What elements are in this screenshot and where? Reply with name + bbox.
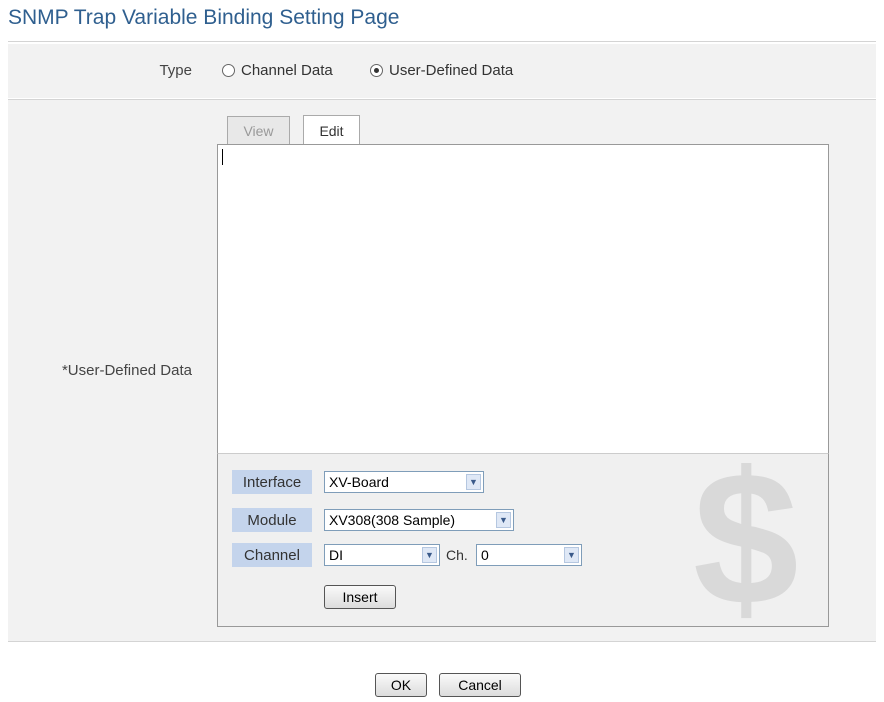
interface-select[interactable]: XV-Board ▼ — [324, 471, 484, 493]
interface-select-value: XV-Board — [329, 474, 389, 490]
module-select[interactable]: XV308(308 Sample) ▼ — [324, 509, 514, 531]
divider — [8, 41, 876, 42]
type-label: Type — [159, 62, 192, 79]
chevron-down-icon[interactable]: ▼ — [564, 547, 579, 563]
insert-toolbox: $ Interface XV-Board ▼ Module XV308(308 … — [217, 453, 829, 627]
channel-type-select-value: DI — [329, 547, 343, 563]
chevron-down-icon[interactable]: ▼ — [466, 474, 481, 490]
channel-label: Channel — [232, 543, 312, 567]
tab-view[interactable]: View — [227, 116, 290, 144]
dollar-watermark-icon: $ — [693, 453, 799, 627]
tab-edit[interactable]: Edit — [303, 115, 360, 145]
ok-button[interactable]: OK — [375, 673, 427, 697]
radio-user-defined-data[interactable]: User-Defined Data — [370, 62, 513, 79]
interface-label: Interface — [232, 470, 312, 494]
chevron-down-icon[interactable]: ▼ — [422, 547, 437, 563]
radio-label: User-Defined Data — [389, 62, 514, 79]
insert-button[interactable]: Insert — [324, 585, 396, 609]
channel-number-select[interactable]: 0 ▼ — [476, 544, 582, 566]
module-label: Module — [232, 508, 312, 532]
cancel-button[interactable]: Cancel — [439, 673, 521, 697]
radio-icon[interactable] — [222, 64, 235, 77]
channel-number-select-value: 0 — [481, 547, 489, 563]
radio-channel-data[interactable]: Channel Data — [222, 62, 333, 79]
page-title: SNMP Trap Variable Binding Setting Page — [8, 6, 400, 29]
chevron-down-icon[interactable]: ▼ — [496, 512, 511, 528]
user-defined-data-label: *User-Defined Data — [61, 362, 192, 379]
user-defined-data-editor[interactable] — [217, 144, 829, 454]
module-select-value: XV308(308 Sample) — [329, 512, 456, 528]
ch-label: Ch. — [446, 547, 468, 563]
channel-type-select[interactable]: DI ▼ — [324, 544, 440, 566]
divider — [8, 641, 876, 642]
text-caret — [222, 149, 223, 165]
radio-selected-icon[interactable] — [370, 64, 383, 77]
radio-label: Channel Data — [241, 62, 333, 79]
